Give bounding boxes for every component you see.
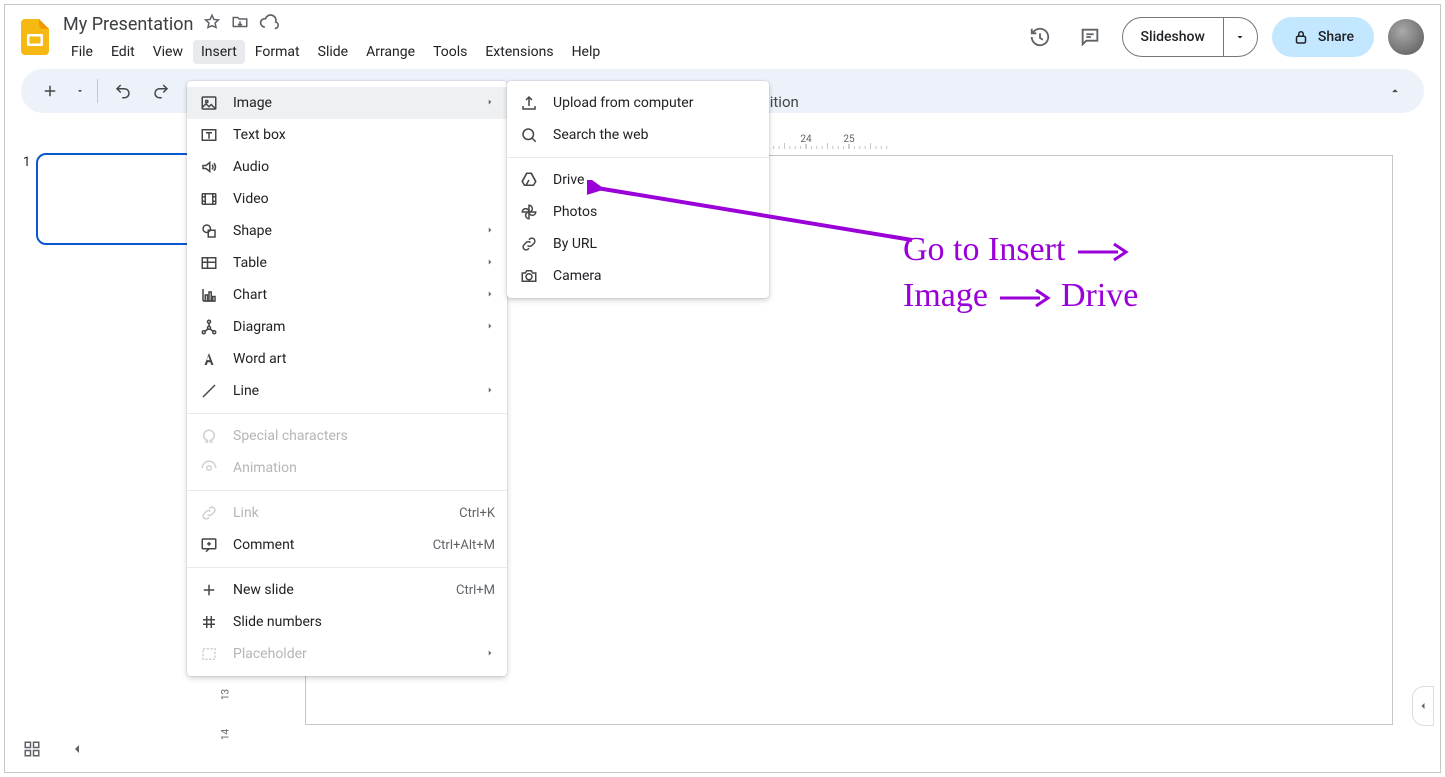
menuitem-table[interactable]: Table	[187, 247, 507, 279]
history-icon[interactable]	[1022, 19, 1058, 55]
menuitem-image[interactable]: Image	[187, 87, 507, 119]
cloud-status-icon[interactable]	[259, 12, 279, 36]
slideshow-button[interactable]: Slideshow	[1122, 17, 1258, 57]
newslide-icon	[199, 581, 219, 599]
menu-slide[interactable]: Slide	[310, 40, 356, 64]
byurl-icon	[519, 235, 539, 253]
star-icon[interactable]	[203, 13, 221, 35]
menuitem-searchweb[interactable]: Search the web	[507, 119, 769, 151]
menuitem-newslide[interactable]: New slideCtrl+M	[187, 574, 507, 606]
searchweb-icon	[519, 126, 539, 144]
animation-icon	[199, 459, 219, 477]
chevron-right-icon	[485, 223, 495, 239]
insert-menu-dropdown: ImageText boxAudioVideoShapeTableChartDi…	[187, 81, 507, 676]
menu-insert[interactable]: Insert	[193, 40, 245, 64]
line-icon	[199, 382, 219, 400]
image-icon	[199, 94, 219, 112]
menuitem-diagram[interactable]: Diagram	[187, 311, 507, 343]
wordart-icon	[199, 350, 219, 368]
menu-view[interactable]: View	[145, 40, 191, 64]
bottom-bar	[23, 740, 85, 762]
menuitem-camera[interactable]: Camera	[507, 260, 769, 292]
shape-icon	[199, 222, 219, 240]
account-avatar[interactable]	[1388, 19, 1424, 55]
menu-format[interactable]: Format	[247, 40, 308, 64]
menuitem-shape[interactable]: Shape	[187, 215, 507, 247]
menuitem-placeholder: Placeholder	[187, 638, 507, 670]
comment-icon	[199, 536, 219, 554]
title-bar: My Presentation FileEditViewInsertFormat…	[5, 5, 1440, 69]
drive-icon	[519, 171, 539, 189]
menuitem-textbox[interactable]: Text box	[187, 119, 507, 151]
comments-icon[interactable]	[1072, 19, 1108, 55]
chevron-right-icon	[485, 383, 495, 399]
grid-view-icon[interactable]	[23, 740, 41, 762]
placeholder-icon	[199, 645, 219, 663]
menu-bar: FileEditViewInsertFormatSlideArrangeTool…	[63, 40, 608, 64]
textbox-icon	[199, 126, 219, 144]
table-icon	[199, 254, 219, 272]
annotation-arrow	[587, 180, 922, 250]
audio-icon	[199, 158, 219, 176]
menuitem-slidenumbers[interactable]: Slide numbers	[187, 606, 507, 638]
svg-text:24: 24	[800, 134, 812, 145]
special-icon	[199, 427, 219, 445]
slides-logo[interactable]	[15, 17, 55, 57]
slide-thumbnail-1[interactable]	[36, 153, 196, 245]
svg-text:25: 25	[843, 134, 855, 145]
lock-icon	[1292, 28, 1310, 46]
menuitem-chart[interactable]: Chart	[187, 279, 507, 311]
menu-file[interactable]: File	[63, 40, 101, 64]
undo-button[interactable]	[106, 74, 140, 108]
menu-help[interactable]: Help	[564, 40, 609, 64]
annotation-text: Go to Insert Image Drive	[903, 227, 1138, 319]
chevron-right-icon	[485, 646, 495, 662]
share-button[interactable]: Share	[1272, 17, 1374, 57]
link-icon	[199, 504, 219, 522]
diagram-icon	[199, 318, 219, 336]
menuitem-wordart[interactable]: Word art	[187, 343, 507, 375]
menuitem-audio[interactable]: Audio	[187, 151, 507, 183]
menuitem-video[interactable]: Video	[187, 183, 507, 215]
menuitem-link: LinkCtrl+K	[187, 497, 507, 529]
slidenumbers-icon	[199, 613, 219, 631]
move-icon[interactable]	[231, 13, 249, 35]
slide-number: 1	[23, 153, 30, 245]
upload-icon	[519, 94, 539, 112]
menuitem-line[interactable]: Line	[187, 375, 507, 407]
chevron-right-icon	[485, 95, 495, 111]
slideshow-dropdown[interactable]	[1223, 17, 1257, 57]
photos-icon	[519, 203, 539, 221]
document-title[interactable]: My Presentation	[63, 14, 193, 35]
video-icon	[199, 190, 219, 208]
collapse-filmstrip-icon[interactable]	[69, 741, 85, 761]
chevron-right-icon	[485, 287, 495, 303]
menuitem-special: Special characters	[187, 420, 507, 452]
vertical-ruler: 13 14	[217, 685, 235, 755]
menuitem-comment[interactable]: CommentCtrl+Alt+M	[187, 529, 507, 561]
chart-icon	[199, 286, 219, 304]
menu-tools[interactable]: Tools	[425, 40, 475, 64]
side-panel-expand[interactable]	[1412, 686, 1434, 726]
collapse-toolbar-icon[interactable]	[1378, 74, 1412, 108]
slide-panel: 1	[23, 153, 203, 245]
chevron-right-icon	[485, 319, 495, 335]
menuitem-upload[interactable]: Upload from computer	[507, 87, 769, 119]
menuitem-animation: Animation	[187, 452, 507, 484]
menu-arrange[interactable]: Arrange	[358, 40, 423, 64]
new-slide-dropdown[interactable]	[71, 86, 89, 96]
menu-edit[interactable]: Edit	[103, 40, 143, 64]
redo-button[interactable]	[144, 74, 178, 108]
menu-extensions[interactable]: Extensions	[477, 40, 561, 64]
chevron-right-icon	[485, 255, 495, 271]
camera-icon	[519, 267, 539, 285]
new-slide-button[interactable]	[33, 74, 67, 108]
